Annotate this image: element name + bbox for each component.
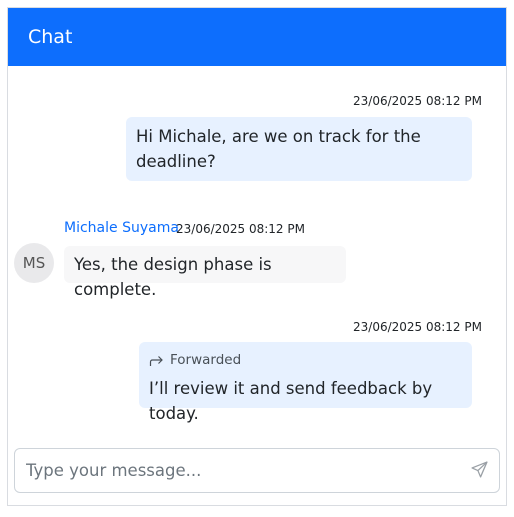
forward-arrow-icon xyxy=(149,355,164,367)
avatar-initials: MS xyxy=(22,254,46,272)
message-text-line: deadline? xyxy=(136,152,216,171)
send-button[interactable] xyxy=(469,460,489,482)
avatar[interactable]: MS xyxy=(14,243,54,283)
sender-name[interactable]: Michale Suyama xyxy=(64,220,179,236)
chat-title: Chat xyxy=(28,26,73,48)
message-bubble: Forwarded I’ll review it and send feedba… xyxy=(139,342,472,423)
message-text: Yes, the design phase is complete. xyxy=(74,255,272,299)
chat-header: Chat xyxy=(8,8,506,66)
message-bubble: Yes, the design phase is complete. xyxy=(64,246,346,299)
message-list: 23/06/2025 08:12 PM Hi Michale, are we o… xyxy=(8,66,506,443)
message-timestamp: 23/06/2025 08:12 PM xyxy=(353,320,482,334)
send-icon xyxy=(470,460,488,482)
message-bubble: Hi Michale, are we on track for the dead… xyxy=(126,117,472,181)
message-timestamp: 23/06/2025 08:12 PM xyxy=(353,94,482,108)
message-text: I’ll review it and send feedback by toda… xyxy=(149,379,433,423)
forwarded-indicator: Forwarded xyxy=(149,348,462,373)
forwarded-label: Forwarded xyxy=(170,352,242,368)
message-text-line: Hi Michale, are we on track for the xyxy=(136,127,421,146)
message-composer xyxy=(14,448,500,493)
chat-window: Chat 23/06/2025 08:12 PM Hi Michale, are… xyxy=(7,7,507,506)
message-input[interactable] xyxy=(15,449,455,492)
message-timestamp: 23/06/2025 08:12 PM xyxy=(176,222,305,236)
